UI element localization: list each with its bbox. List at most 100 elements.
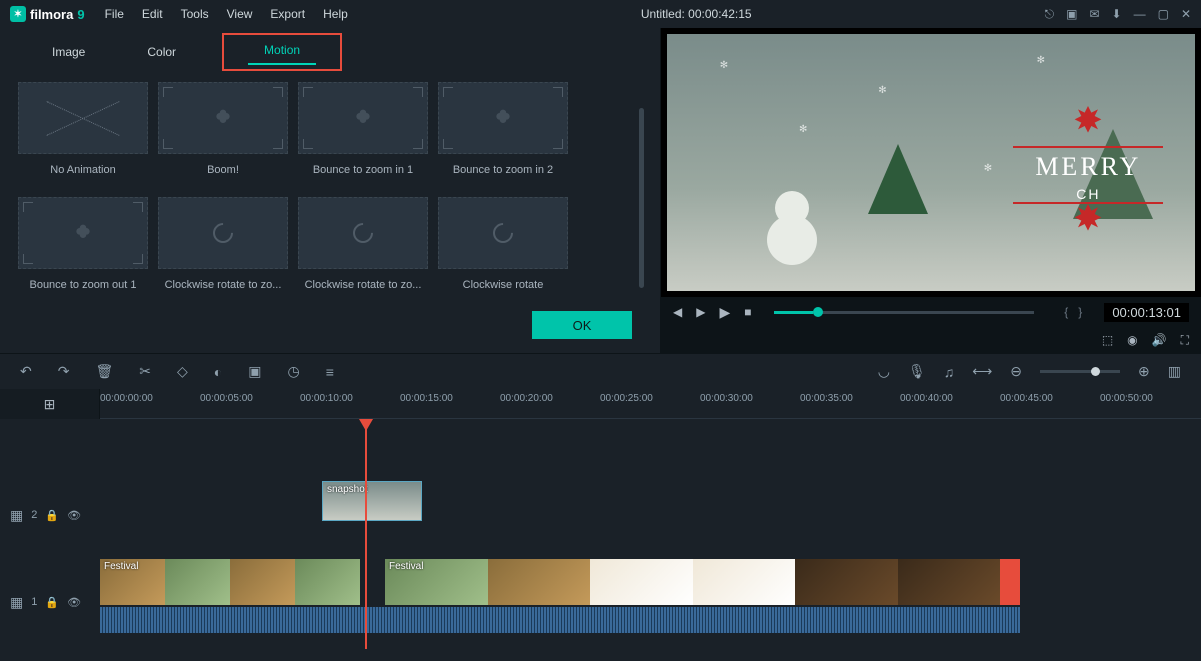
account-icon[interactable]: ⎋: [1045, 7, 1055, 22]
logo-version: 9: [77, 7, 84, 22]
track-1[interactable]: Festival Festival: [100, 555, 1201, 649]
top-area: Image Color Motion No Animation Boom! Bo…: [0, 28, 1201, 353]
effect-cw-rotate-zoom-1[interactable]: Clockwise rotate to zo...: [158, 197, 288, 302]
timeline-ruler[interactable]: 00:00:00:00 00:00:05:00 00:00:10:00 00:0…: [100, 389, 1201, 419]
time-display: 00:00:13:01: [1104, 303, 1189, 322]
crop-icon[interactable]: ◇: [177, 363, 188, 380]
menu-view[interactable]: View: [227, 7, 253, 21]
effect-no-animation[interactable]: No Animation: [18, 82, 148, 187]
document-title: Untitled: 00:00:42:15: [348, 7, 1045, 21]
tab-image[interactable]: Image: [36, 39, 101, 65]
download-icon[interactable]: ⬇: [1112, 7, 1122, 21]
tab-motion[interactable]: Motion: [248, 37, 316, 65]
snowflake-icon: [1068, 106, 1108, 146]
mixer-icon[interactable]: ♫: [944, 364, 955, 380]
track-2-label: 2: [31, 509, 37, 521]
zoom-in-icon[interactable]: ⊕: [1138, 363, 1150, 380]
panel-scrollbar[interactable]: [639, 108, 644, 288]
logo-icon: ✶: [10, 6, 26, 22]
visibility-icon[interactable]: 👁: [67, 509, 81, 522]
timeline-toolbar: ↶ ↷ 🗑 ✂ ◇ ◐ ▣ ◷ ≡ ◡ 🎙 ♫ ⟷ ⊖ ⊕ ▥: [0, 353, 1201, 389]
track-2-head: ▦ 2 🔒 👁: [0, 475, 100, 555]
mail-icon[interactable]: ✉: [1089, 7, 1099, 21]
preview-title-overlay: MERRY CH: [1013, 106, 1163, 244]
preview-sub-controls: ⬚ ◉ 🔊 ⛶: [661, 327, 1201, 353]
play-button[interactable]: ▶: [719, 304, 730, 321]
fullscreen-icon[interactable]: ⛶: [1181, 333, 1189, 348]
audio-waveform[interactable]: [100, 607, 1020, 633]
maximize-button[interactable]: ▢: [1158, 7, 1169, 21]
minimize-button[interactable]: —: [1134, 7, 1146, 21]
clip-snapshot-label: snapshot: [327, 484, 368, 495]
ok-row: OK: [14, 305, 646, 345]
clip-snapshot[interactable]: snapshot: [322, 481, 422, 521]
menu-edit[interactable]: Edit: [142, 7, 163, 21]
track-2[interactable]: snapshot: [100, 475, 1201, 555]
clip-festival-2-label: Festival: [389, 561, 423, 572]
menu-file[interactable]: File: [105, 7, 124, 21]
main-menu: File Edit Tools View Export Help: [105, 7, 348, 21]
snowflake-icon: [1068, 204, 1108, 244]
track-spacer-head: [0, 419, 100, 475]
effect-bounce-zoom-out-1[interactable]: Bounce to zoom out 1: [18, 197, 148, 302]
track-1-label: 1: [31, 596, 37, 608]
effect-bounce-zoom-in-2[interactable]: Bounce to zoom in 2: [438, 82, 568, 187]
clip-festival-1[interactable]: Festival: [100, 559, 360, 605]
mark-in-out-icon[interactable]: { }: [1064, 305, 1082, 319]
volume-icon[interactable]: 🔊: [1152, 333, 1167, 347]
effect-cw-rotate-zoom-2[interactable]: Clockwise rotate to zo...: [298, 197, 428, 302]
effect-cw-rotate[interactable]: Clockwise rotate: [438, 197, 568, 302]
timeline-body[interactable]: snapshot Festival Festival: [100, 419, 1201, 649]
undo-icon[interactable]: ↶: [20, 363, 32, 380]
menu-tools[interactable]: Tools: [181, 7, 209, 21]
menu-help[interactable]: Help: [323, 7, 348, 21]
title-icons: ⎋ ▣ ✉ ⬇ — ▢ ✕: [1045, 7, 1191, 22]
effect-bounce-zoom-in-1[interactable]: Bounce to zoom in 1: [298, 82, 428, 187]
effects-grid: No Animation Boom! Bounce to zoom in 1 B…: [14, 68, 646, 305]
clip-festival-1-label: Festival: [104, 561, 138, 572]
marker-icon[interactable]: ◡: [878, 363, 890, 380]
delete-icon[interactable]: 🗑: [95, 363, 113, 380]
visibility-icon[interactable]: 👁: [67, 596, 81, 609]
preview-snowman: [762, 185, 822, 265]
clip-festival-2[interactable]: Festival: [385, 559, 1020, 605]
preview-merry-text: MERRY: [1013, 152, 1163, 182]
preview-pane: MERRY CH ✻✻✻✻✻ ◀ ▶ ▶ ■ { } 00:00:13:01 ⬚…: [660, 28, 1201, 353]
snapshot-icon[interactable]: ◉: [1127, 333, 1137, 347]
track-spacer: [100, 419, 1201, 475]
ok-button[interactable]: OK: [532, 311, 632, 339]
lock-icon[interactable]: 🔒: [45, 596, 59, 609]
quality-icon[interactable]: ⬚: [1102, 333, 1113, 347]
titlebar: ✶ filmora9 File Edit Tools View Export H…: [0, 0, 1201, 28]
zoom-fit-icon[interactable]: ▥: [1168, 363, 1181, 380]
close-button[interactable]: ✕: [1181, 7, 1191, 21]
progress-bar[interactable]: [774, 311, 1035, 314]
timeline: ⊞ 00:00:00:00 00:00:05:00 00:00:10:00 00…: [0, 389, 1201, 649]
video-track-icon: ▦: [10, 507, 23, 524]
tab-motion-highlight: Motion: [222, 33, 342, 71]
split-icon[interactable]: ✂: [139, 363, 151, 380]
preview-tree: [868, 144, 928, 214]
playhead[interactable]: [365, 419, 367, 649]
redo-icon[interactable]: ↷: [58, 363, 70, 380]
settings-icon[interactable]: ≡: [326, 364, 334, 380]
add-track-button[interactable]: ⊞: [0, 389, 100, 419]
preview-viewport[interactable]: MERRY CH ✻✻✻✻✻: [667, 34, 1195, 291]
speed-icon[interactable]: ◐: [214, 364, 222, 380]
tab-color[interactable]: Color: [131, 39, 192, 65]
stop-button[interactable]: ■: [744, 305, 751, 319]
effects-panel: Image Color Motion No Animation Boom! Bo…: [0, 28, 660, 353]
lock-icon[interactable]: 🔒: [45, 509, 59, 522]
preview-ch-text: CH: [1013, 186, 1163, 202]
zoom-out-icon[interactable]: ⊖: [1010, 363, 1022, 380]
clock-icon[interactable]: ◷: [287, 363, 299, 380]
prev-frame-button[interactable]: ◀: [673, 305, 682, 319]
record-icon[interactable]: 🎙: [908, 363, 926, 380]
next-frame-button[interactable]: ▶: [696, 305, 705, 319]
render-icon[interactable]: ⟷: [972, 363, 992, 380]
save-icon[interactable]: ▣: [1066, 7, 1077, 21]
menu-export[interactable]: Export: [270, 7, 305, 21]
color-icon[interactable]: ▣: [248, 363, 261, 380]
zoom-slider[interactable]: [1040, 370, 1120, 373]
effect-boom[interactable]: Boom!: [158, 82, 288, 187]
